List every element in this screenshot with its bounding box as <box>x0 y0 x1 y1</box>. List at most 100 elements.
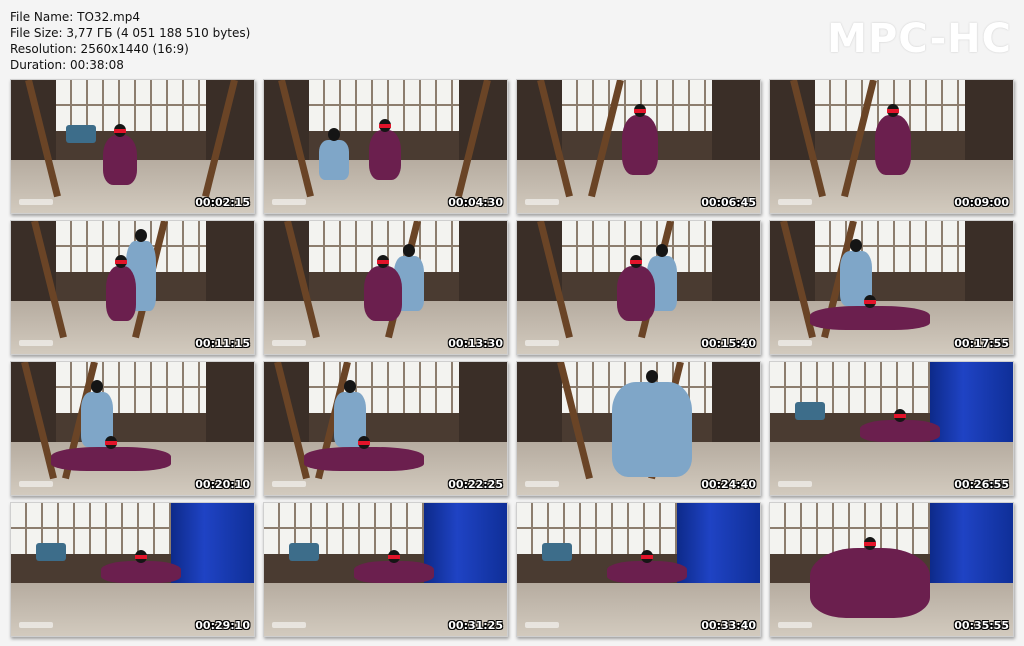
blindfold <box>864 300 876 304</box>
thumbnail[interactable]: 00:11:15 <box>10 220 255 355</box>
chair <box>542 543 572 561</box>
watermark <box>19 340 53 346</box>
watermark <box>272 622 306 628</box>
watermark <box>19 481 53 487</box>
man-head <box>403 244 415 257</box>
man-figure <box>612 382 692 477</box>
blindfold <box>887 109 899 113</box>
thumbnail[interactable]: 00:29:10 <box>10 502 255 637</box>
watermark <box>778 340 812 346</box>
thumbnail-grid: 00:02:15 00:04:30 00:06:45 00:09:00 00:1… <box>0 0 1024 646</box>
figure <box>354 561 434 583</box>
figure <box>51 447 171 471</box>
figure <box>810 306 930 330</box>
man-figure <box>319 140 349 180</box>
watermark <box>525 199 559 205</box>
timestamp: 00:06:45 <box>701 196 756 209</box>
watermark <box>19 622 53 628</box>
watermark <box>272 481 306 487</box>
figure <box>106 266 136 321</box>
blindfold <box>634 109 646 113</box>
chair <box>36 543 66 561</box>
timestamp: 00:24:40 <box>701 478 756 491</box>
blindfold <box>377 260 389 264</box>
timestamp: 00:15:40 <box>701 337 756 350</box>
shoji-screen <box>770 362 930 413</box>
chair <box>289 543 319 561</box>
figure <box>369 130 401 180</box>
shoji-screen <box>309 362 459 413</box>
chair <box>795 402 825 420</box>
shoji-screen <box>815 221 965 272</box>
man-head <box>135 229 147 242</box>
man-head <box>91 380 103 393</box>
timestamp: 00:17:55 <box>954 337 1009 350</box>
blindfold <box>114 129 126 133</box>
thumbnail[interactable]: 00:35:55 <box>769 502 1014 637</box>
figure <box>607 561 687 583</box>
watermark <box>778 481 812 487</box>
shoji-screen <box>56 80 206 131</box>
figure <box>860 420 940 442</box>
blindfold <box>105 441 117 445</box>
watermark <box>778 622 812 628</box>
timestamp: 00:13:30 <box>448 337 503 350</box>
figure <box>101 561 181 583</box>
thumbnail[interactable]: 00:04:30 <box>263 79 508 214</box>
watermark <box>19 199 53 205</box>
timestamp: 00:35:55 <box>954 619 1009 632</box>
figure <box>617 266 655 321</box>
thumbnail[interactable]: 00:15:40 <box>516 220 761 355</box>
blindfold <box>630 260 642 264</box>
watermark <box>778 199 812 205</box>
man-head <box>344 380 356 393</box>
timestamp: 00:02:15 <box>195 196 250 209</box>
shoji-screen <box>56 362 206 413</box>
man-head <box>850 239 862 252</box>
blindfold <box>135 555 147 559</box>
figure <box>304 447 424 471</box>
blindfold <box>864 542 876 546</box>
timestamp: 00:26:55 <box>954 478 1009 491</box>
thumbnail[interactable]: 00:20:10 <box>10 361 255 496</box>
blindfold <box>388 555 400 559</box>
figure <box>364 266 402 321</box>
thumbnail[interactable]: 00:33:40 <box>516 502 761 637</box>
thumbnail[interactable]: 00:02:15 <box>10 79 255 214</box>
watermark <box>525 340 559 346</box>
timestamp: 00:29:10 <box>195 619 250 632</box>
timestamp: 00:22:25 <box>448 478 503 491</box>
man-head <box>646 370 658 383</box>
blindfold <box>894 414 906 418</box>
thumbnail[interactable]: 00:13:30 <box>263 220 508 355</box>
thumbnail[interactable]: 00:31:25 <box>263 502 508 637</box>
watermark <box>525 622 559 628</box>
figure <box>622 115 658 175</box>
timestamp: 00:09:00 <box>954 196 1009 209</box>
thumbnail[interactable]: 00:09:00 <box>769 79 1014 214</box>
thumbnail[interactable]: 00:24:40 <box>516 361 761 496</box>
blindfold <box>358 441 370 445</box>
man-head <box>328 128 340 141</box>
blindfold <box>115 260 127 264</box>
watermark <box>272 199 306 205</box>
timestamp: 00:20:10 <box>195 478 250 491</box>
man-head <box>656 244 668 257</box>
shoji-screen <box>264 503 424 554</box>
chair <box>66 125 96 143</box>
watermark <box>525 481 559 487</box>
blindfold <box>641 555 653 559</box>
figure <box>810 548 930 618</box>
thumbnail[interactable]: 00:06:45 <box>516 79 761 214</box>
thumbnail[interactable]: 00:22:25 <box>263 361 508 496</box>
figure <box>103 135 137 185</box>
watermark <box>272 340 306 346</box>
thumbnail[interactable]: 00:17:55 <box>769 220 1014 355</box>
thumbnail[interactable]: 00:26:55 <box>769 361 1014 496</box>
figure <box>875 115 911 175</box>
shoji-screen <box>517 503 677 554</box>
shoji-screen <box>11 503 171 554</box>
timestamp: 00:31:25 <box>448 619 503 632</box>
timestamp: 00:04:30 <box>448 196 503 209</box>
blindfold <box>379 124 391 128</box>
